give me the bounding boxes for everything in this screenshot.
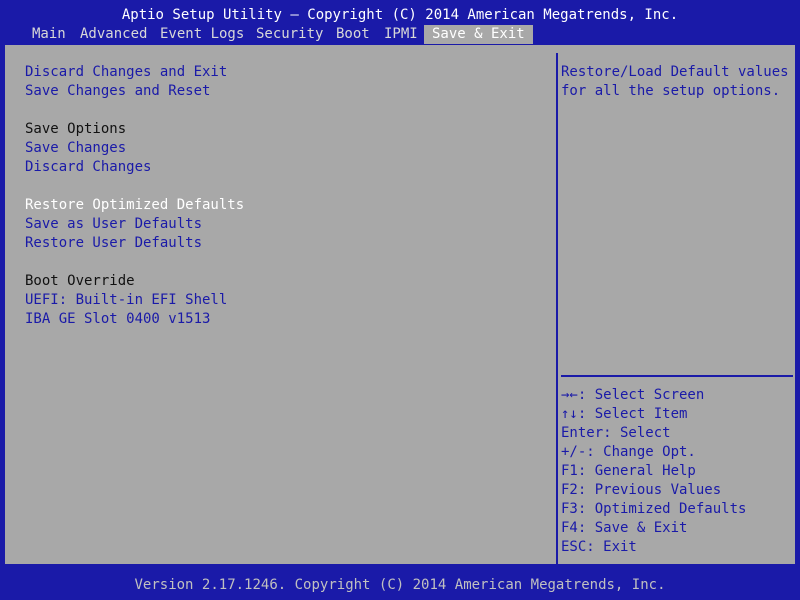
tab-main[interactable]: Main bbox=[24, 25, 74, 44]
main-panel: Discard Changes and Exit Save Changes an… bbox=[4, 44, 798, 567]
menu-item-restore-user-defaults[interactable]: Restore User Defaults bbox=[25, 234, 202, 253]
tab-event-logs[interactable]: Event Logs bbox=[152, 25, 252, 44]
key-hint-f4: F4: Save & Exit bbox=[561, 520, 688, 536]
tab-advanced[interactable]: Advanced bbox=[72, 25, 155, 44]
key-hint-f2: F2: Previous Values bbox=[561, 482, 722, 498]
menu-item-save-user-defaults[interactable]: Save as User Defaults bbox=[25, 215, 202, 234]
panel-divider bbox=[556, 53, 558, 567]
menu-item-save-changes-reset[interactable]: Save Changes and Reset bbox=[25, 82, 210, 101]
menu-item-restore-optimized-defaults[interactable]: Restore Optimized Defaults bbox=[25, 196, 244, 215]
section-header-save-options: Save Options bbox=[25, 121, 127, 137]
help-separator bbox=[561, 375, 793, 377]
menu-item-discard-changes[interactable]: Discard Changes bbox=[25, 158, 151, 177]
key-hint-enter: Enter: Select bbox=[561, 425, 671, 441]
window-title: Aptio Setup Utility – Copyright (C) 2014… bbox=[121, 7, 679, 23]
tab-boot[interactable]: Boot bbox=[328, 25, 378, 44]
key-hint-change-opt: +/-: Change Opt. bbox=[561, 444, 696, 460]
menu-item-discard-changes-exit[interactable]: Discard Changes and Exit bbox=[25, 63, 227, 82]
tab-security[interactable]: Security bbox=[248, 25, 331, 44]
tab-save-exit[interactable]: Save & Exit bbox=[424, 25, 533, 44]
key-hint-f1: F1: General Help bbox=[561, 463, 696, 479]
menu-item-save-changes[interactable]: Save Changes bbox=[25, 139, 126, 158]
key-hint-f3: F3: Optimized Defaults bbox=[561, 501, 747, 517]
help-description: Restore/Load Default values for all the … bbox=[561, 64, 798, 99]
version-footer: Version 2.17.1246. Copyright (C) 2014 Am… bbox=[134, 577, 666, 593]
menu-item-boot-iba-ge[interactable]: IBA GE Slot 0400 v1513 bbox=[25, 310, 210, 329]
key-hint-select-screen: →←: Select Screen bbox=[561, 387, 705, 403]
menu-item-boot-uefi-shell[interactable]: UEFI: Built-in EFI Shell bbox=[25, 291, 227, 310]
tab-ipmi[interactable]: IPMI bbox=[376, 25, 426, 44]
section-header-boot-override: Boot Override bbox=[25, 273, 135, 289]
key-hint-select-item: ↑↓: Select Item bbox=[561, 406, 688, 422]
key-hint-esc: ESC: Exit bbox=[561, 539, 637, 555]
